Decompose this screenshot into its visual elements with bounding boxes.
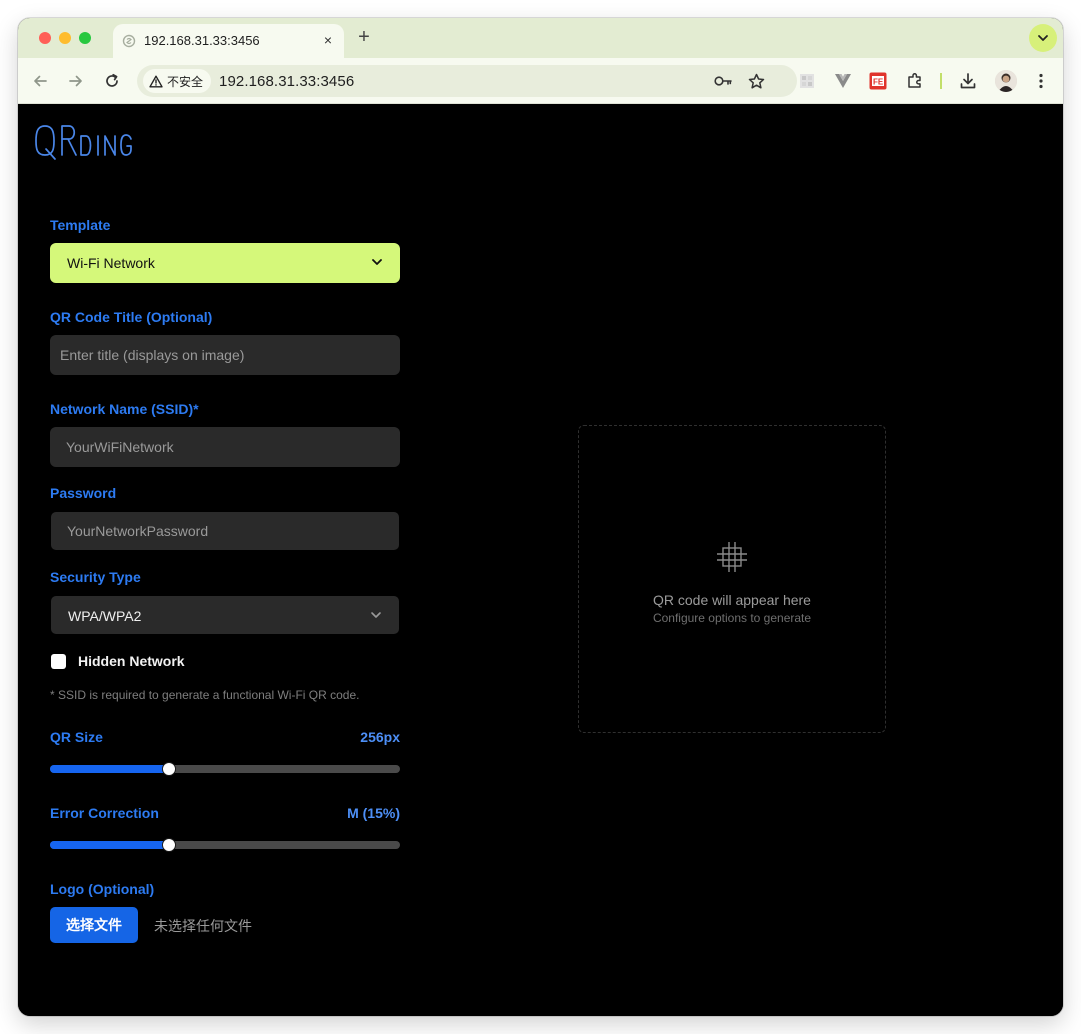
- ssid-label: Network Name (SSID)*: [50, 401, 199, 417]
- tab-close-icon[interactable]: ×: [320, 32, 336, 48]
- error-correction-value: M (15%): [347, 805, 400, 821]
- maximize-window-button[interactable]: [79, 32, 91, 44]
- password-input[interactable]: [51, 512, 399, 550]
- app-logo: [34, 122, 146, 167]
- template-label: Template: [50, 217, 111, 233]
- crop-grid-icon: [717, 542, 747, 572]
- ssid-field[interactable]: [50, 427, 400, 467]
- password-label: Password: [50, 485, 117, 501]
- reload-button[interactable]: [100, 69, 124, 93]
- download-icon[interactable]: [958, 71, 978, 91]
- warning-icon: [149, 75, 163, 87]
- template-select[interactable]: Wi-Fi Network: [50, 243, 400, 283]
- qr-preview-panel: QR code will appear here Configure optio…: [578, 425, 886, 733]
- tab-search-button[interactable]: [1029, 24, 1057, 52]
- hidden-network-label[interactable]: Hidden Network: [78, 653, 185, 669]
- chevron-down-icon: [371, 612, 381, 618]
- logo-label: Logo (Optional): [50, 881, 155, 897]
- address-bar[interactable]: 不安全 192.168.31.33:3456: [137, 65, 797, 97]
- arrow-left-icon: [34, 75, 47, 87]
- toolbar-divider: [940, 73, 942, 89]
- favicon-icon: [122, 34, 136, 48]
- browser-menu-icon[interactable]: [1031, 71, 1051, 91]
- preview-placeholder-title: QR code will appear here: [653, 592, 811, 608]
- preview-placeholder-subtitle: Configure options to generate: [652, 611, 812, 625]
- close-window-button[interactable]: [39, 32, 51, 44]
- ssid-hint: * SSID is required to generate a functio…: [50, 688, 360, 702]
- security-select-value: WPA/WPA2: [68, 608, 142, 624]
- error-correction-slider[interactable]: [50, 838, 400, 852]
- template-select-value: Wi-Fi Network: [67, 255, 155, 271]
- ssid-input[interactable]: [50, 427, 400, 467]
- error-correction-slider-fill: [50, 841, 169, 849]
- chevron-down-icon: [1038, 35, 1048, 41]
- choose-file-button[interactable]: 选择文件: [50, 907, 138, 943]
- bookmark-star-icon[interactable]: [747, 72, 765, 90]
- error-correction-slider-thumb[interactable]: [162, 838, 176, 852]
- forward-button[interactable]: [64, 69, 88, 93]
- qr-size-label: QR Size: [50, 729, 103, 745]
- puzzle-extensions-icon[interactable]: [905, 71, 925, 91]
- password-field[interactable]: [50, 511, 400, 551]
- qr-size-slider-fill: [50, 765, 169, 773]
- vue-devtools-icon[interactable]: [833, 71, 853, 91]
- arrow-right-icon: [69, 75, 82, 87]
- title-field[interactable]: [50, 335, 400, 375]
- tab-strip: 192.168.31.33:3456 × +: [18, 18, 1063, 58]
- browser-toolbar: 不安全 192.168.31.33:3456 FE: [18, 58, 1063, 104]
- qr-size-slider-thumb[interactable]: [162, 762, 176, 776]
- title-label: QR Code Title (Optional): [50, 309, 213, 325]
- reload-icon: [106, 73, 118, 87]
- profile-avatar[interactable]: [995, 70, 1017, 92]
- qr-size-value: 256px: [360, 729, 400, 745]
- browser-window: 192.168.31.33:3456 × + 不安全 192.168.31.33…: [18, 18, 1063, 1016]
- security-chip-label: 不安全: [167, 74, 204, 89]
- password-key-icon[interactable]: [714, 72, 732, 90]
- page-content: Template Wi-Fi Network QR Code Title (Op…: [18, 105, 1063, 1016]
- minimize-window-button[interactable]: [59, 32, 71, 44]
- qr-size-slider[interactable]: [50, 762, 400, 776]
- browser-tab[interactable]: 192.168.31.33:3456 ×: [113, 24, 344, 58]
- extension-grid-icon[interactable]: [797, 71, 817, 91]
- tab-title: 192.168.31.33:3456: [144, 33, 260, 48]
- url-text[interactable]: 192.168.31.33:3456: [219, 73, 354, 90]
- security-label: Security Type: [50, 569, 141, 585]
- fe-helper-icon[interactable]: FE: [868, 71, 888, 91]
- svg-text:FE: FE: [873, 78, 884, 87]
- hidden-network-checkbox[interactable]: [51, 654, 66, 669]
- back-button[interactable]: [28, 69, 52, 93]
- file-status: 未选择任何文件: [154, 918, 252, 934]
- security-chip[interactable]: 不安全: [143, 69, 212, 93]
- new-tab-button[interactable]: +: [354, 27, 374, 47]
- security-select[interactable]: WPA/WPA2: [50, 595, 400, 635]
- title-input[interactable]: [50, 335, 400, 375]
- chevron-down-icon: [372, 259, 382, 265]
- error-correction-label: Error Correction: [50, 805, 159, 821]
